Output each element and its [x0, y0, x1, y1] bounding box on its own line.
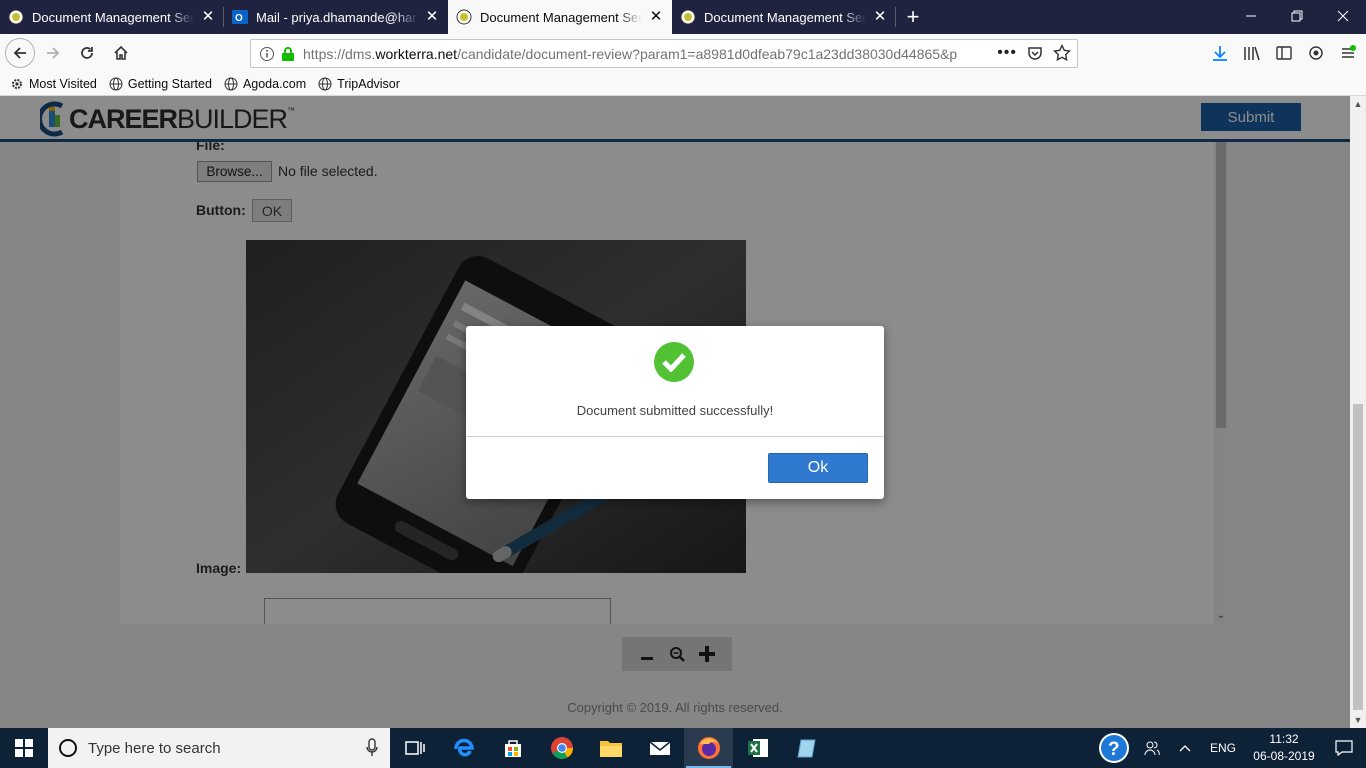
start-button[interactable]	[0, 728, 48, 768]
navigation-bar: https://dms.workterra.net/candidate/docu…	[0, 34, 1366, 72]
scroll-down-arrow-icon[interactable]: ▼	[1350, 712, 1366, 728]
bookmark-getting-started[interactable]: Getting Started	[109, 77, 212, 91]
check-circle-icon	[654, 342, 694, 382]
tab-document-management-active[interactable]: Document Management Servic ✕	[448, 0, 672, 34]
restore-icon[interactable]	[1274, 0, 1320, 32]
globe-icon	[224, 77, 238, 90]
dms-favicon-icon	[680, 9, 696, 25]
close-tab-icon[interactable]: ✕	[872, 9, 888, 25]
pocket-icon[interactable]	[1027, 45, 1043, 61]
microphone-icon	[366, 738, 378, 756]
system-tray: ? ENG 11:32 06-08-2019	[1094, 728, 1366, 768]
mail-icon[interactable]	[635, 728, 684, 768]
back-arrow-icon	[13, 47, 26, 59]
windows-logo-icon	[15, 739, 33, 757]
task-view-icon[interactable]	[390, 728, 439, 768]
clock-date: 06-08-2019	[1253, 749, 1315, 763]
outlook-icon: O	[232, 9, 248, 25]
dms-favicon-icon	[456, 9, 472, 25]
sidebar-icon[interactable]	[1272, 38, 1296, 68]
tab-document-management-4[interactable]: Document Management Servic ✕	[672, 0, 896, 34]
app-icon[interactable]	[782, 728, 831, 768]
taskbar-search[interactable]: Type here to search	[48, 728, 390, 768]
extension-icon[interactable]	[1304, 38, 1328, 68]
svg-text:?: ?	[1108, 739, 1120, 760]
firefox-icon[interactable]	[684, 728, 733, 768]
reload-icon	[81, 47, 93, 59]
home-button[interactable]	[105, 37, 137, 69]
bookmark-most-visited[interactable]: Most Visited	[10, 77, 97, 91]
people-icon[interactable]	[1134, 728, 1170, 768]
store-icon[interactable]	[488, 728, 537, 768]
downloads-icon[interactable]	[1208, 38, 1232, 68]
help-icon[interactable]: ?	[1094, 728, 1134, 768]
tab-title: Document Management Servic	[704, 9, 866, 25]
tab-strip: Document Management Servic ✕ O Mail - pr…	[0, 0, 1366, 34]
url-text[interactable]: https://dms.workterra.net/candidate/docu…	[303, 46, 963, 62]
dialog-message: Document submitted successfully!	[576, 403, 774, 418]
tab-document-management-1[interactable]: Document Management Servic ✕	[0, 0, 224, 34]
svg-text:O: O	[235, 13, 243, 24]
tab-title: Document Management Servic	[32, 9, 194, 25]
page-actions-icon[interactable]: •••	[997, 44, 1017, 62]
window-controls	[1228, 0, 1366, 32]
library-icon[interactable]	[1240, 38, 1264, 68]
bookmark-agoda[interactable]: Agoda.com	[224, 77, 306, 91]
dialog-divider	[466, 436, 884, 437]
dialog-ok-button[interactable]: Ok	[768, 453, 868, 483]
file-explorer-icon[interactable]	[586, 728, 635, 768]
bookmark-tripadvisor[interactable]: TripAdvisor	[318, 77, 400, 91]
home-icon	[114, 45, 128, 60]
clock-time: 11:32	[1269, 732, 1299, 746]
reload-button[interactable]	[71, 37, 103, 69]
tab-mail[interactable]: O Mail - priya.dhamande@harbin ✕	[224, 0, 448, 34]
search-circle-icon	[59, 739, 77, 757]
edge-browser-icon[interactable]	[439, 728, 488, 768]
chevron-up-icon[interactable]	[1170, 728, 1200, 768]
globe-icon	[109, 77, 123, 90]
back-button[interactable]	[5, 38, 35, 68]
page-scrollbar[interactable]: ▲ ▼	[1350, 96, 1366, 728]
search-placeholder: Type here to search	[88, 739, 221, 757]
info-icon	[260, 46, 274, 61]
globe-icon	[318, 77, 332, 90]
close-tab-icon[interactable]: ✕	[648, 9, 664, 25]
tab-title: Document Management Servic	[480, 9, 642, 25]
notifications-icon[interactable]	[1322, 728, 1366, 768]
close-window-icon[interactable]	[1320, 0, 1366, 32]
success-dialog: Document submitted successfully! Ok	[466, 326, 884, 499]
excel-icon[interactable]	[733, 728, 782, 768]
forward-arrow-icon	[47, 47, 60, 59]
gear-icon	[12, 78, 22, 89]
dms-favicon-icon	[8, 9, 24, 25]
new-tab-button[interactable]: +	[896, 0, 930, 34]
menu-icon[interactable]	[1336, 38, 1360, 68]
chrome-icon[interactable]	[537, 728, 586, 768]
forward-button[interactable]	[37, 37, 69, 69]
lock-icon	[282, 46, 294, 61]
close-tab-icon[interactable]: ✕	[424, 9, 440, 25]
close-tab-icon[interactable]: ✕	[200, 9, 216, 25]
windows-taskbar: Type here to search ? ENG 11:32 06-08-20…	[0, 728, 1366, 768]
language-indicator[interactable]: ENG	[1210, 741, 1236, 755]
minimize-icon[interactable]	[1228, 0, 1274, 32]
scroll-up-arrow-icon[interactable]: ▲	[1350, 96, 1366, 112]
clock[interactable]: 11:32 06-08-2019	[1246, 731, 1322, 765]
bookmark-star-icon[interactable]	[1053, 44, 1071, 62]
page-scrollbar-thumb[interactable]	[1353, 404, 1363, 710]
bookmarks-toolbar: Most Visited Getting Started Agoda.com T…	[0, 72, 1366, 96]
url-bar[interactable]: https://dms.workterra.net/candidate/docu…	[250, 39, 1078, 68]
tab-title: Mail - priya.dhamande@harbin	[256, 9, 418, 25]
